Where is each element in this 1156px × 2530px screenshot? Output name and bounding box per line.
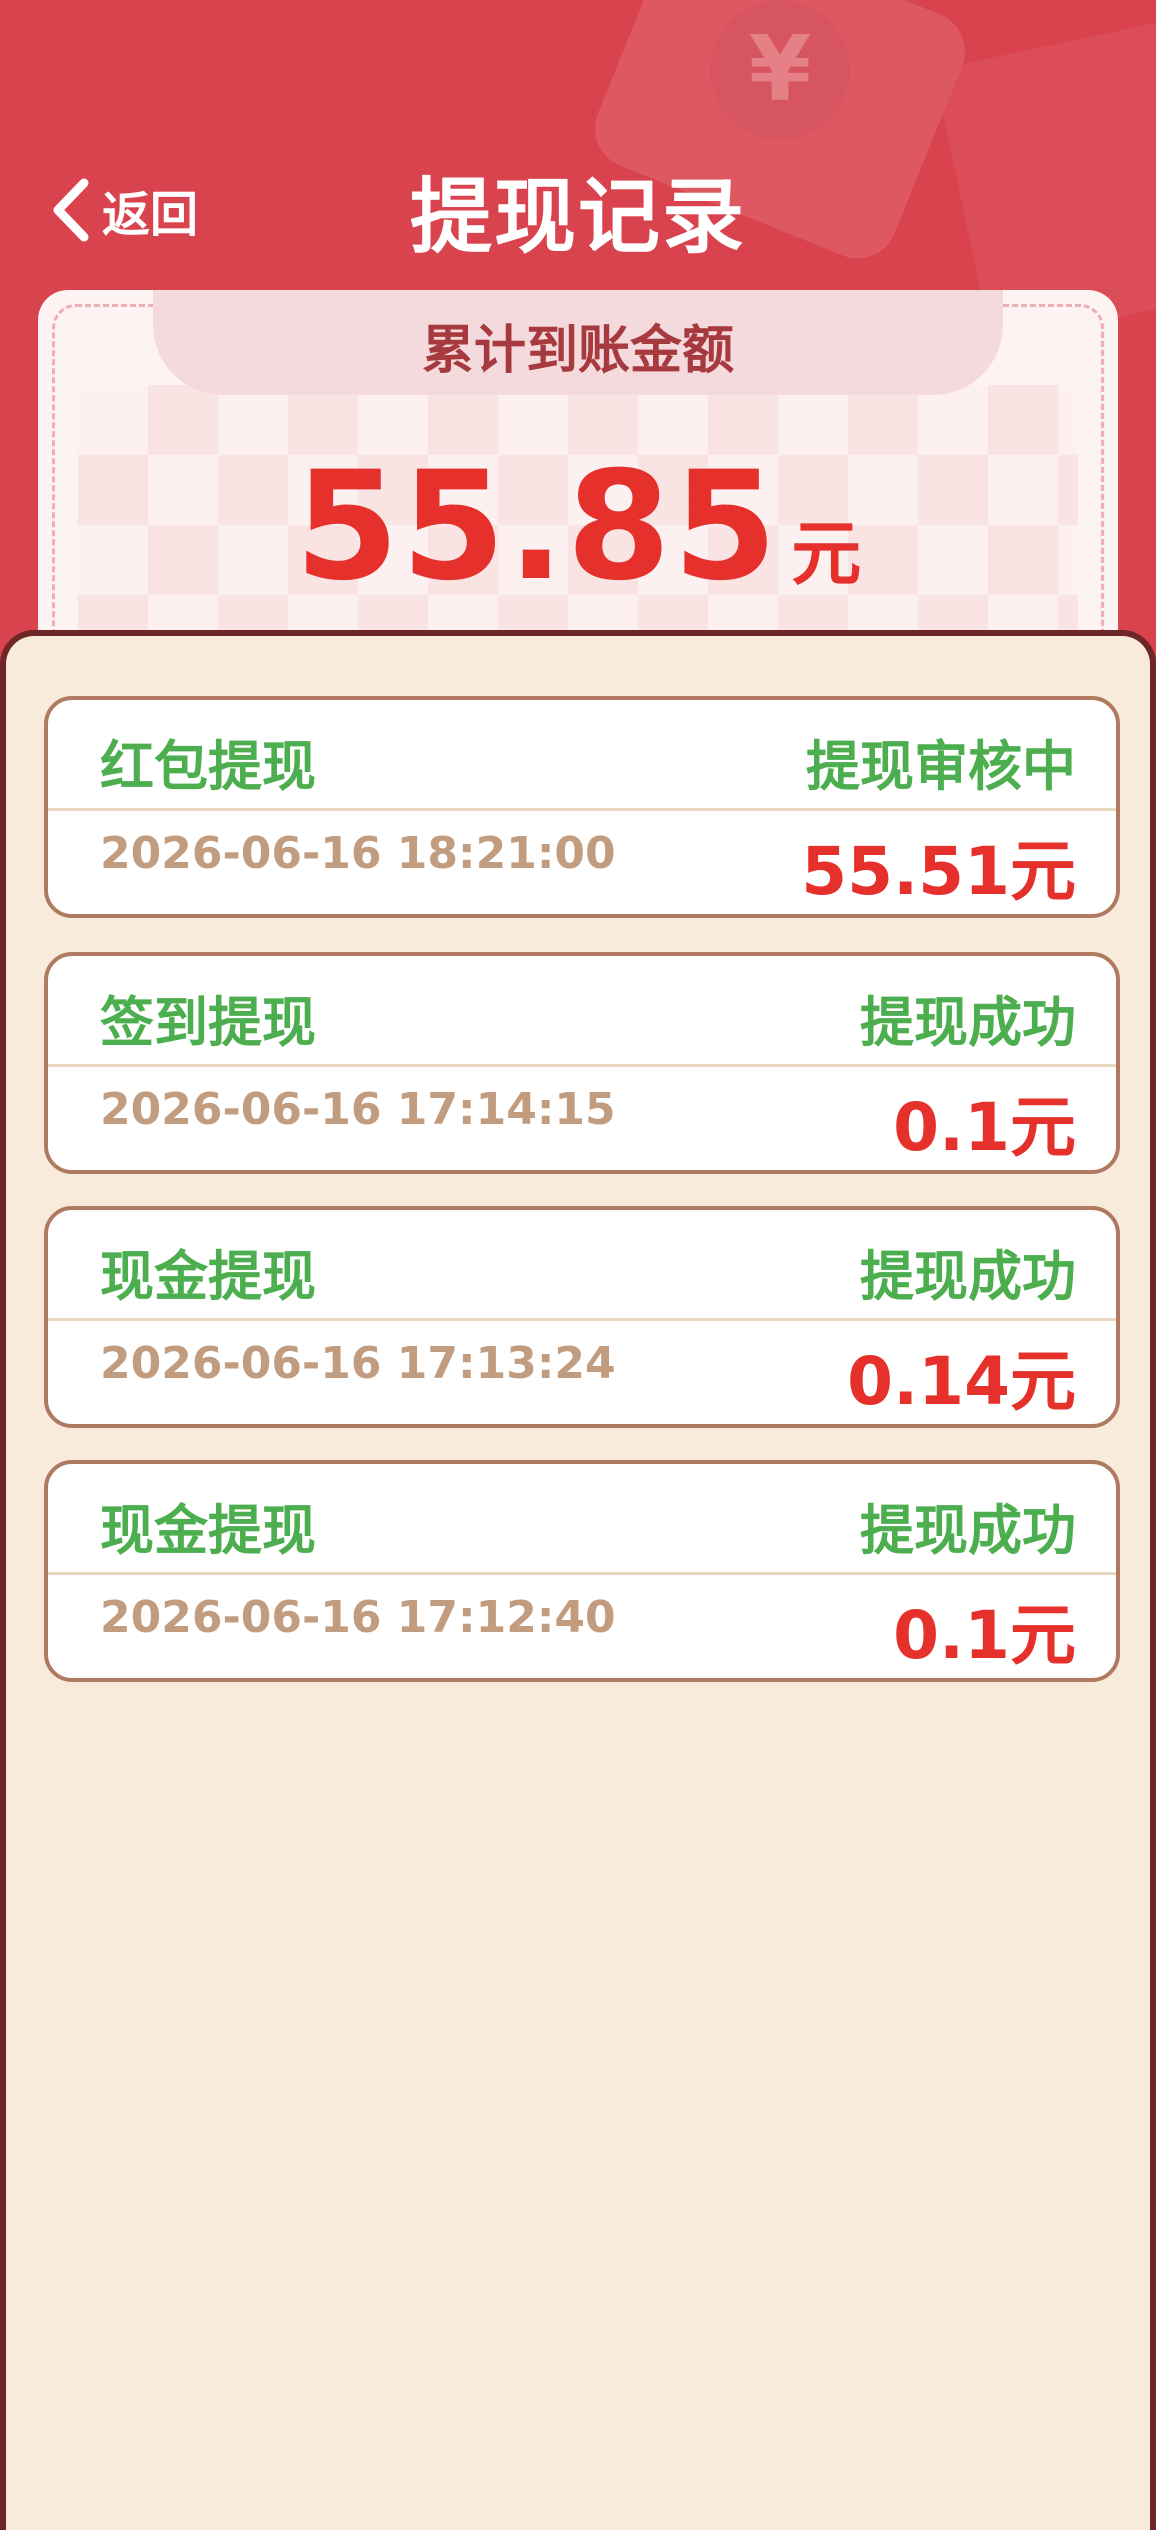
record-amount: 0.14元 <box>847 1343 1076 1420</box>
record-amount: 55.51元 <box>801 833 1076 910</box>
withdrawal-record: 红包提现 提现审核中 2026-06-16 18:21:00 55.51元 <box>44 696 1120 918</box>
record-type: 现金提现 <box>100 1499 316 1562</box>
record-type: 红包提现 <box>100 735 316 798</box>
record-time: 2026-06-16 17:14:15 <box>100 1084 616 1135</box>
withdrawal-list-panel: 红包提现 提现审核中 2026-06-16 18:21:00 55.51元 签到… <box>0 630 1156 2530</box>
record-type: 签到提现 <box>100 991 316 1054</box>
record-status: 提现成功 <box>860 1245 1076 1308</box>
record-time: 2026-06-16 17:13:24 <box>100 1338 616 1389</box>
total-amount-number: 55.85 <box>294 440 780 614</box>
total-amount-unit: 元 <box>791 513 862 595</box>
total-amount-label: 累计到账金额 <box>421 321 734 381</box>
page-title: 提现记录 <box>409 170 746 265</box>
record-amount: 0.1元 <box>893 1089 1076 1166</box>
withdrawal-record: 签到提现 提现成功 2026-06-16 17:14:15 0.1元 <box>44 952 1120 1174</box>
yuan-coin-icon: ¥ <box>710 0 850 140</box>
withdrawal-record: 现金提现 提现成功 2026-06-16 17:12:40 0.1元 <box>44 1460 1120 1682</box>
record-amount: 0.1元 <box>893 1597 1076 1674</box>
record-status: 提现审核中 <box>806 735 1076 798</box>
record-status: 提现成功 <box>860 991 1076 1054</box>
record-time: 2026-06-16 17:12:40 <box>100 1592 616 1643</box>
withdrawal-record: 现金提现 提现成功 2026-06-16 17:13:24 0.14元 <box>44 1206 1120 1428</box>
total-amount-value: 55.85 元 <box>38 440 1118 614</box>
record-time: 2026-06-16 18:21:00 <box>100 828 616 879</box>
record-status: 提现成功 <box>860 1499 1076 1562</box>
record-type: 现金提现 <box>100 1245 316 1308</box>
